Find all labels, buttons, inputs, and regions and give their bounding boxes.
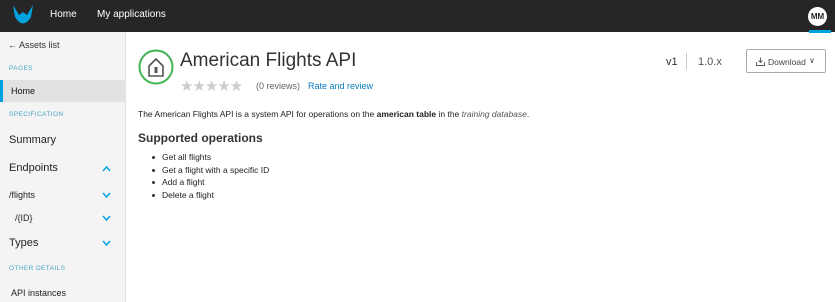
list-item: Delete a flight [152,190,269,203]
assets-list-back-link[interactable]: ← Assets list [8,40,60,50]
chevron-up-icon[interactable] [102,165,111,172]
rate-and-review-link[interactable]: Rate and review [308,81,373,91]
description-italic-text: training database [461,109,527,119]
api-building-icon [138,49,174,85]
supported-operations-heading: Supported operations [138,131,263,145]
nav-home-link[interactable]: Home [50,9,77,20]
avatar-accent-bar [809,30,831,33]
user-avatar[interactable]: MM [808,7,827,26]
sidebar-item-home[interactable]: Home [0,80,126,102]
chevron-down-icon[interactable] [102,215,111,222]
sidebar-item-home-label: Home [11,86,36,96]
version-selector[interactable]: 1.0.x [698,56,722,68]
download-button[interactable]: Download ∨ [746,49,826,73]
page-title: American Flights API [180,50,357,71]
sidebar-item-api-instances[interactable]: API instances [11,288,66,298]
sidebar: ← Assets list PAGES Home SPECIFICATION S… [0,32,126,302]
rating-stars[interactable]: ★★★★★ [180,79,243,94]
sidebar-item-id[interactable]: /{ID} [15,213,33,223]
sidebar-item-summary[interactable]: Summary [9,134,56,146]
api-description: The American Flights API is a system API… [138,109,529,119]
mulesoft-logo-icon[interactable] [10,3,36,29]
chevron-down-icon: ∨ [809,56,815,65]
list-item: Add a flight [152,177,269,190]
description-text: The American Flights API is a system API… [138,109,377,119]
section-label-pages: PAGES [9,65,33,72]
reviews-count: (0 reviews) [256,81,301,91]
sidebar-item-flights[interactable]: /flights [9,190,35,200]
list-item: Get all flights [152,152,269,165]
chevron-down-icon[interactable] [102,240,111,247]
operations-list: Get all flights Get a flight with a spec… [152,152,269,202]
list-item: Get a flight with a specific ID [152,165,269,178]
section-label-specification: SPECIFICATION [9,111,64,118]
sidebar-item-endpoints[interactable]: Endpoints [9,162,58,174]
nav-my-applications-link[interactable]: My applications [97,9,166,20]
download-button-label: Download [768,57,806,67]
sidebar-item-types[interactable]: Types [9,237,38,249]
chevron-down-icon[interactable] [102,192,111,199]
section-label-other-details: OTHER DETAILS [9,265,66,272]
description-bold-text: american table [376,109,437,119]
download-icon [756,57,765,66]
description-text: in the [436,109,462,119]
version-major: v1 [666,56,678,68]
top-navigation-bar: Home My applications MM [0,0,835,33]
version-divider [686,53,687,70]
description-text: . [526,109,530,119]
